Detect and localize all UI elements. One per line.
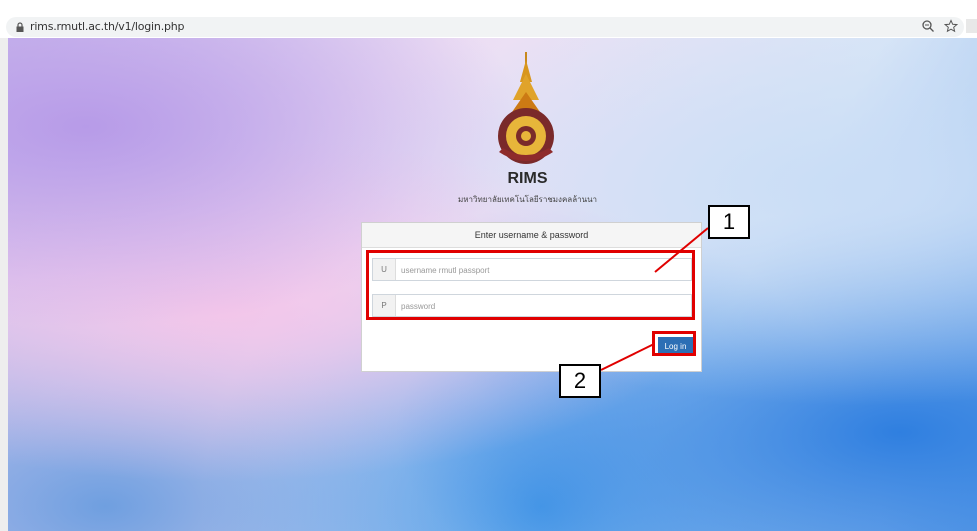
callout-label-2: 2 <box>559 364 601 398</box>
highlight-box-credentials <box>366 250 695 320</box>
university-emblem-icon <box>498 52 554 164</box>
bookmark-star-icon[interactable] <box>944 19 958 33</box>
app-subtitle: มหาวิทยาลัยเทคโนโลยีราชมงคลล้านนา <box>457 195 598 204</box>
login-panel-title: Enter username & password <box>362 223 701 248</box>
zoom-icon[interactable] <box>921 19 935 33</box>
lock-icon <box>16 22 24 32</box>
url-text[interactable]: rims.rmutl.ac.th/v1/login.php <box>30 21 185 33</box>
highlight-box-login-button <box>652 331 696 356</box>
callout-label-1: 1 <box>708 205 750 239</box>
app-title: RIMS <box>507 170 548 187</box>
browser-toolbar: rims.rmutl.ac.th/v1/login.php <box>0 0 977 39</box>
page-edge <box>0 38 8 531</box>
extension-icon[interactable] <box>966 19 977 33</box>
